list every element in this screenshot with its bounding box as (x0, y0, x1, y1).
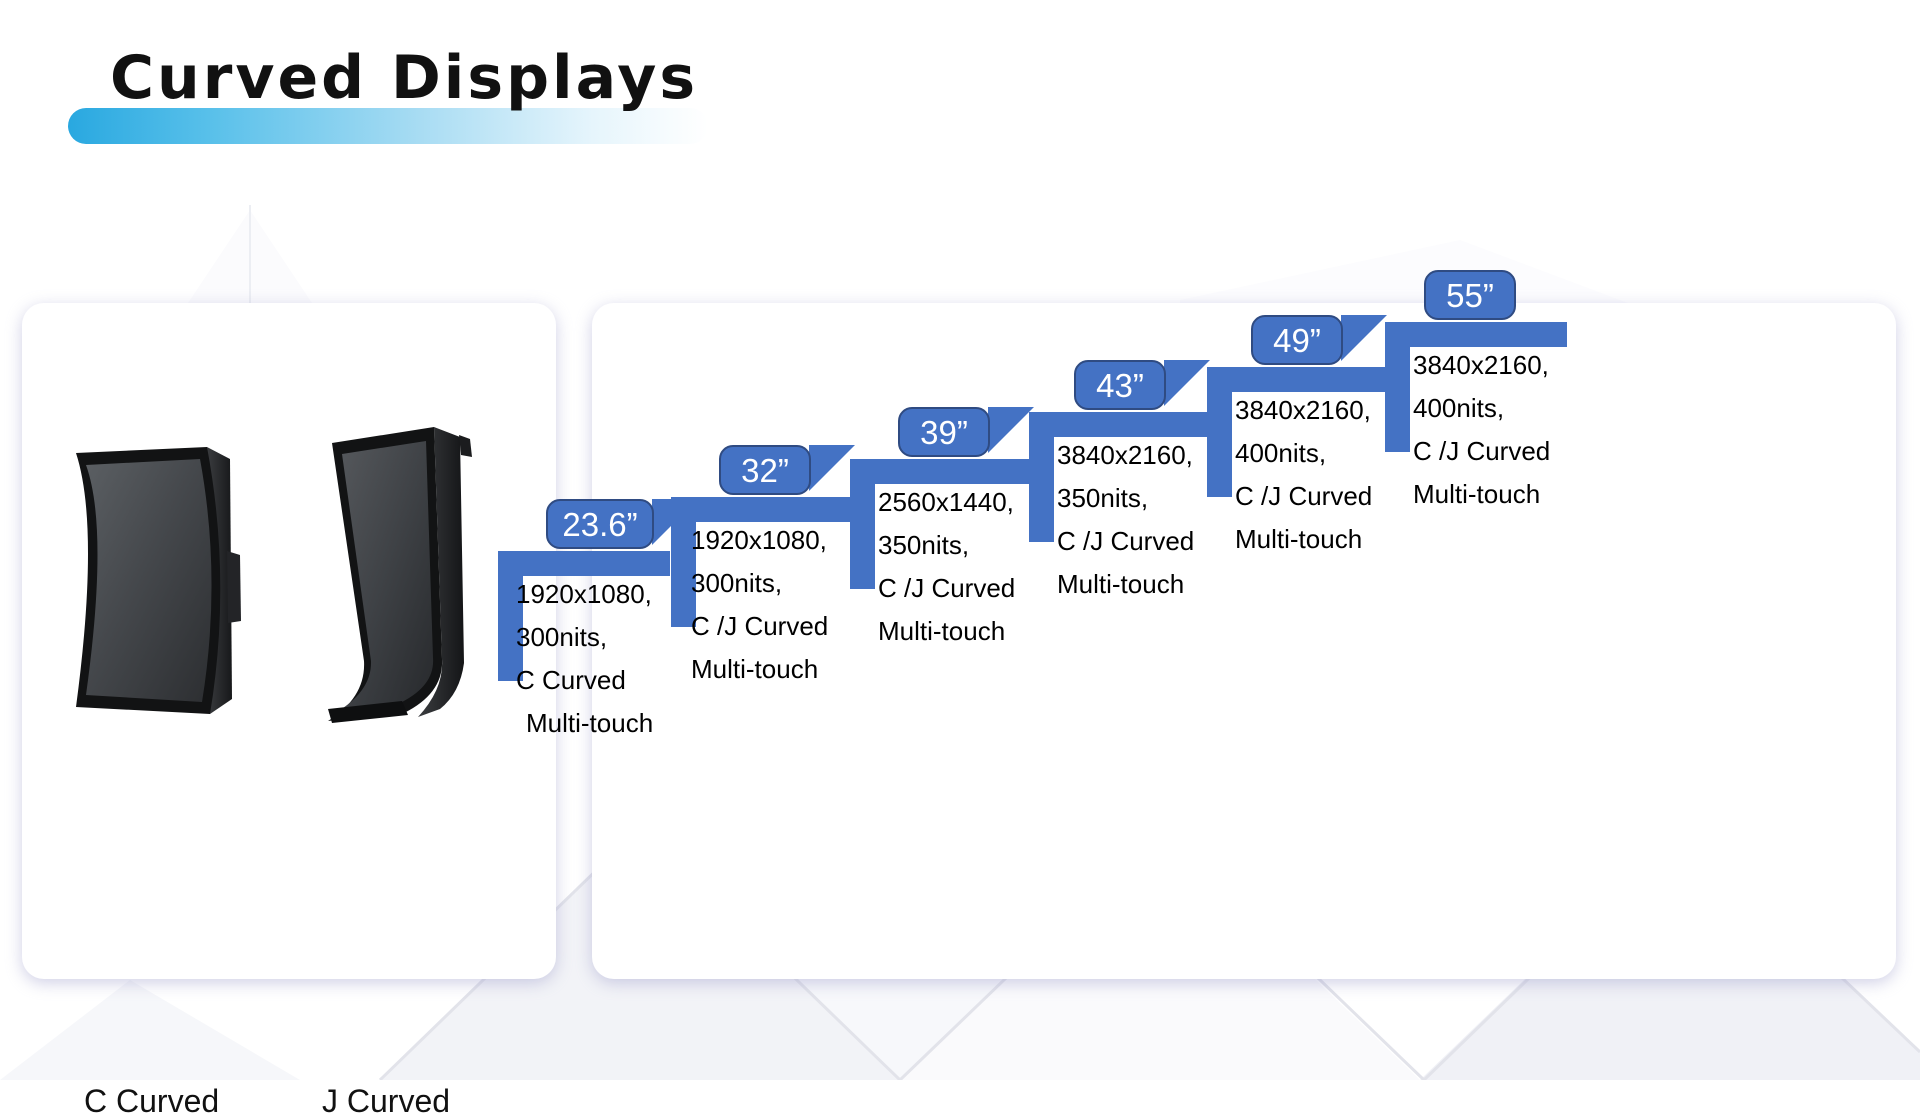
spec-3: 2560x1440, 350nits, C /J Curved Multi-to… (878, 481, 1015, 653)
size-badge-3[interactable]: 39” (898, 407, 990, 457)
spec-5-brightness: 400nits, (1235, 437, 1327, 468)
spec-2: 1920x1080, 300nits, C /J Curved Multi-to… (691, 519, 828, 691)
spec-1-resolution: 1920x1080, (516, 579, 652, 609)
spec-1-touch: Multi-touch (526, 707, 654, 738)
spec-3-brightness: 350nits, (878, 529, 970, 560)
size-badge-2-tail (809, 445, 855, 491)
size-badge-3-label: 39” (920, 413, 968, 451)
spec-2-curve: C /J Curved (691, 610, 829, 641)
c-curved-display-icon (64, 431, 244, 736)
spec-6-brightness: 400nits, (1413, 392, 1505, 423)
spec-6-touch: Multi-touch (1413, 478, 1541, 509)
spec-6-curve: C /J Curved (1413, 435, 1551, 466)
j-curved-display-icon (322, 421, 502, 736)
j-curved-label: J Curved (322, 1083, 451, 1119)
spec-2-brightness: 300nits, (691, 567, 783, 598)
spec-4-resolution: 3840x2160, (1057, 440, 1193, 470)
spec-4-touch: Multi-touch (1057, 568, 1185, 599)
spec-2-touch: Multi-touch (691, 653, 819, 684)
spec-4: 3840x2160, 350nits, C /J Curved Multi-to… (1057, 434, 1194, 606)
size-badge-1-label: 23.6” (562, 505, 638, 543)
page-title-text: Curved Displays (110, 43, 699, 113)
spec-3-touch: Multi-touch (878, 615, 1006, 646)
size-badge-5-tail (1341, 315, 1387, 361)
spec-5-resolution: 3840x2160, (1235, 395, 1371, 425)
size-badge-4[interactable]: 43” (1074, 360, 1166, 410)
spec-4-curve: C /J Curved (1057, 525, 1195, 556)
spec-5-curve: C /J Curved (1235, 480, 1373, 511)
size-badge-5[interactable]: 49” (1251, 315, 1343, 365)
size-staircase: 23.6” 1920x1080, 300nits, C Curved Multi… (498, 270, 1896, 979)
page-title: Curved Displays (68, 43, 708, 144)
spec-1-brightness: 300nits, (516, 621, 608, 652)
spec-4-brightness: 350nits, (1057, 482, 1149, 513)
spec-3-curve: C /J Curved (878, 572, 1016, 603)
display-illustrations (22, 413, 556, 743)
spec-5: 3840x2160, 400nits, C /J Curved Multi-to… (1235, 389, 1372, 561)
size-badge-1[interactable]: 23.6” (546, 499, 654, 549)
size-badge-6[interactable]: 55” (1424, 270, 1516, 320)
spec-2-resolution: 1920x1080, (691, 525, 827, 555)
size-badge-3-tail (988, 407, 1034, 453)
spec-1: 1920x1080, 300nits, C Curved Multi-touch (516, 573, 653, 745)
curved-display-types-panel: C Curved J Curved (22, 303, 556, 1119)
spec-6-resolution: 3840x2160, (1413, 350, 1549, 380)
size-badge-4-tail (1164, 360, 1210, 406)
title-underline-bar (68, 108, 708, 144)
size-badge-5-label: 49” (1273, 321, 1321, 359)
size-badge-6-label: 55” (1446, 276, 1494, 314)
c-curved-label: C Curved (84, 1083, 220, 1119)
spec-3-resolution: 2560x1440, (878, 487, 1014, 517)
size-badge-2-label: 32” (741, 451, 789, 489)
size-badge-4-label: 43” (1096, 366, 1144, 404)
size-badge-2[interactable]: 32” (719, 445, 811, 495)
spec-5-touch: Multi-touch (1235, 523, 1363, 554)
spec-1-curve: C Curved (516, 664, 626, 695)
spec-6: 3840x2160, 400nits, C /J Curved Multi-to… (1413, 344, 1550, 516)
